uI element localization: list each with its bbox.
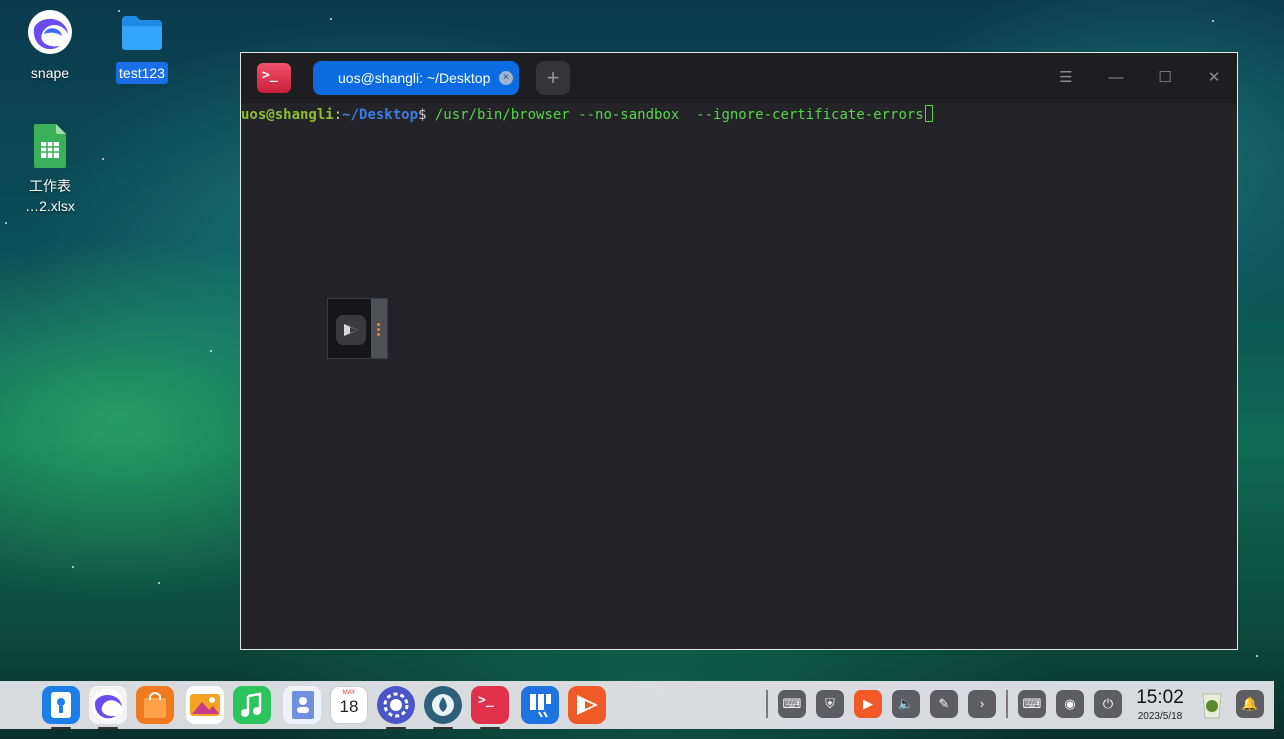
settings-icon[interactable] [377,686,415,729]
desktop-icon-snape[interactable]: snape [10,8,90,84]
text-cursor [924,105,933,122]
drag-handle[interactable] [371,299,387,358]
notes-icon[interactable] [521,686,559,724]
pen-icon[interactable]: ✎ [930,690,958,718]
prompt-symbol: $ [418,107,435,123]
app-store-icon[interactable] [136,686,174,724]
clock-date[interactable]: 2023/5/18 [1131,711,1189,722]
maximize-button[interactable]: ☐ [1152,65,1178,91]
trash-icon[interactable] [1197,688,1227,720]
calendar-icon[interactable]: MAY 18 [330,686,368,724]
power-icon[interactable]: ⏻ [1094,690,1122,718]
spreadsheet-icon [26,122,74,170]
desktop-icon-label: snape [30,65,70,81]
photos-icon[interactable] [186,686,224,724]
minimize-button[interactable]: — [1103,65,1129,91]
terminal-window[interactable]: >_ uos@shangli: ~/Desktop × + ☰ — ☐ ✕ uo… [240,52,1238,650]
volume-icon[interactable]: 🔈 [892,690,920,718]
chevron-right-icon[interactable]: › [968,690,996,718]
floating-recorder-widget[interactable] [327,298,388,359]
prompt-user: uos@shangli [241,107,334,123]
music-icon[interactable] [233,686,271,724]
folder-icon [118,8,166,56]
desktop-icon-label: test123 [116,62,168,84]
security-shield-icon[interactable]: ⛨ [816,690,844,718]
contacts-icon[interactable] [283,686,321,724]
close-button[interactable]: ✕ [1201,65,1227,91]
terminal-titlebar[interactable]: >_ uos@shangli: ~/Desktop × + ☰ — ☐ ✕ [241,53,1237,103]
desktop-icon-spreadsheet[interactable]: 工作表 …2.xlsx [10,122,90,216]
desktop-icon-test123[interactable]: test123 [102,8,182,84]
browser-icon[interactable] [89,686,127,729]
prompt-separator: : [333,107,343,123]
tab-title: uos@shangli: ~/Desktop [338,70,491,86]
desktop-icon-label: 工作表 [29,178,71,194]
calendar-month: MAY [342,690,356,696]
command-line: uos@shangli:~/Desktop$ /usr/bin/browser … [241,105,933,123]
notification-bell-icon[interactable]: 🔔 [1236,690,1264,718]
new-tab-button[interactable]: + [536,61,570,95]
terminal-icon[interactable]: >_ [471,686,509,729]
command-text: /usr/bin/browser --no-sandbox --ignore-c… [434,107,924,123]
terminal-app-icon: >_ [257,63,291,93]
prompt-path: ~/Desktop [342,107,419,123]
launcher-icon[interactable] [42,686,80,729]
menu-icon[interactable]: ☰ [1053,65,1079,91]
network-icon[interactable]: ◉ [1056,690,1084,718]
keyboard-icon[interactable]: ⌨ [1018,690,1046,718]
calendar-day: 18 [339,697,359,716]
screen-recorder-icon[interactable] [568,686,606,724]
input-method-icon[interactable]: ⌨ [778,690,806,718]
dock: MAY 18 >_ ⌨ ⛨ ▶ 🔈 ✎ › ⌨ ◉ ⏻ 15:02 2023/5… [0,681,1274,729]
screen-recorder-tray-icon[interactable]: ▶ [854,690,882,718]
browser-icon [26,8,74,56]
clock-time[interactable]: 15:02 [1131,687,1189,709]
desktop-icon-label: …2.xlsx [25,198,75,214]
terminal-output[interactable]: uos@shangli:~/Desktop$ /usr/bin/browser … [241,103,1237,649]
screen-recorder-icon[interactable] [336,315,366,345]
tab-close-icon[interactable]: × [499,71,513,85]
downloader-icon[interactable] [424,686,462,729]
tab-desktop[interactable]: uos@shangli: ~/Desktop × [313,61,519,95]
